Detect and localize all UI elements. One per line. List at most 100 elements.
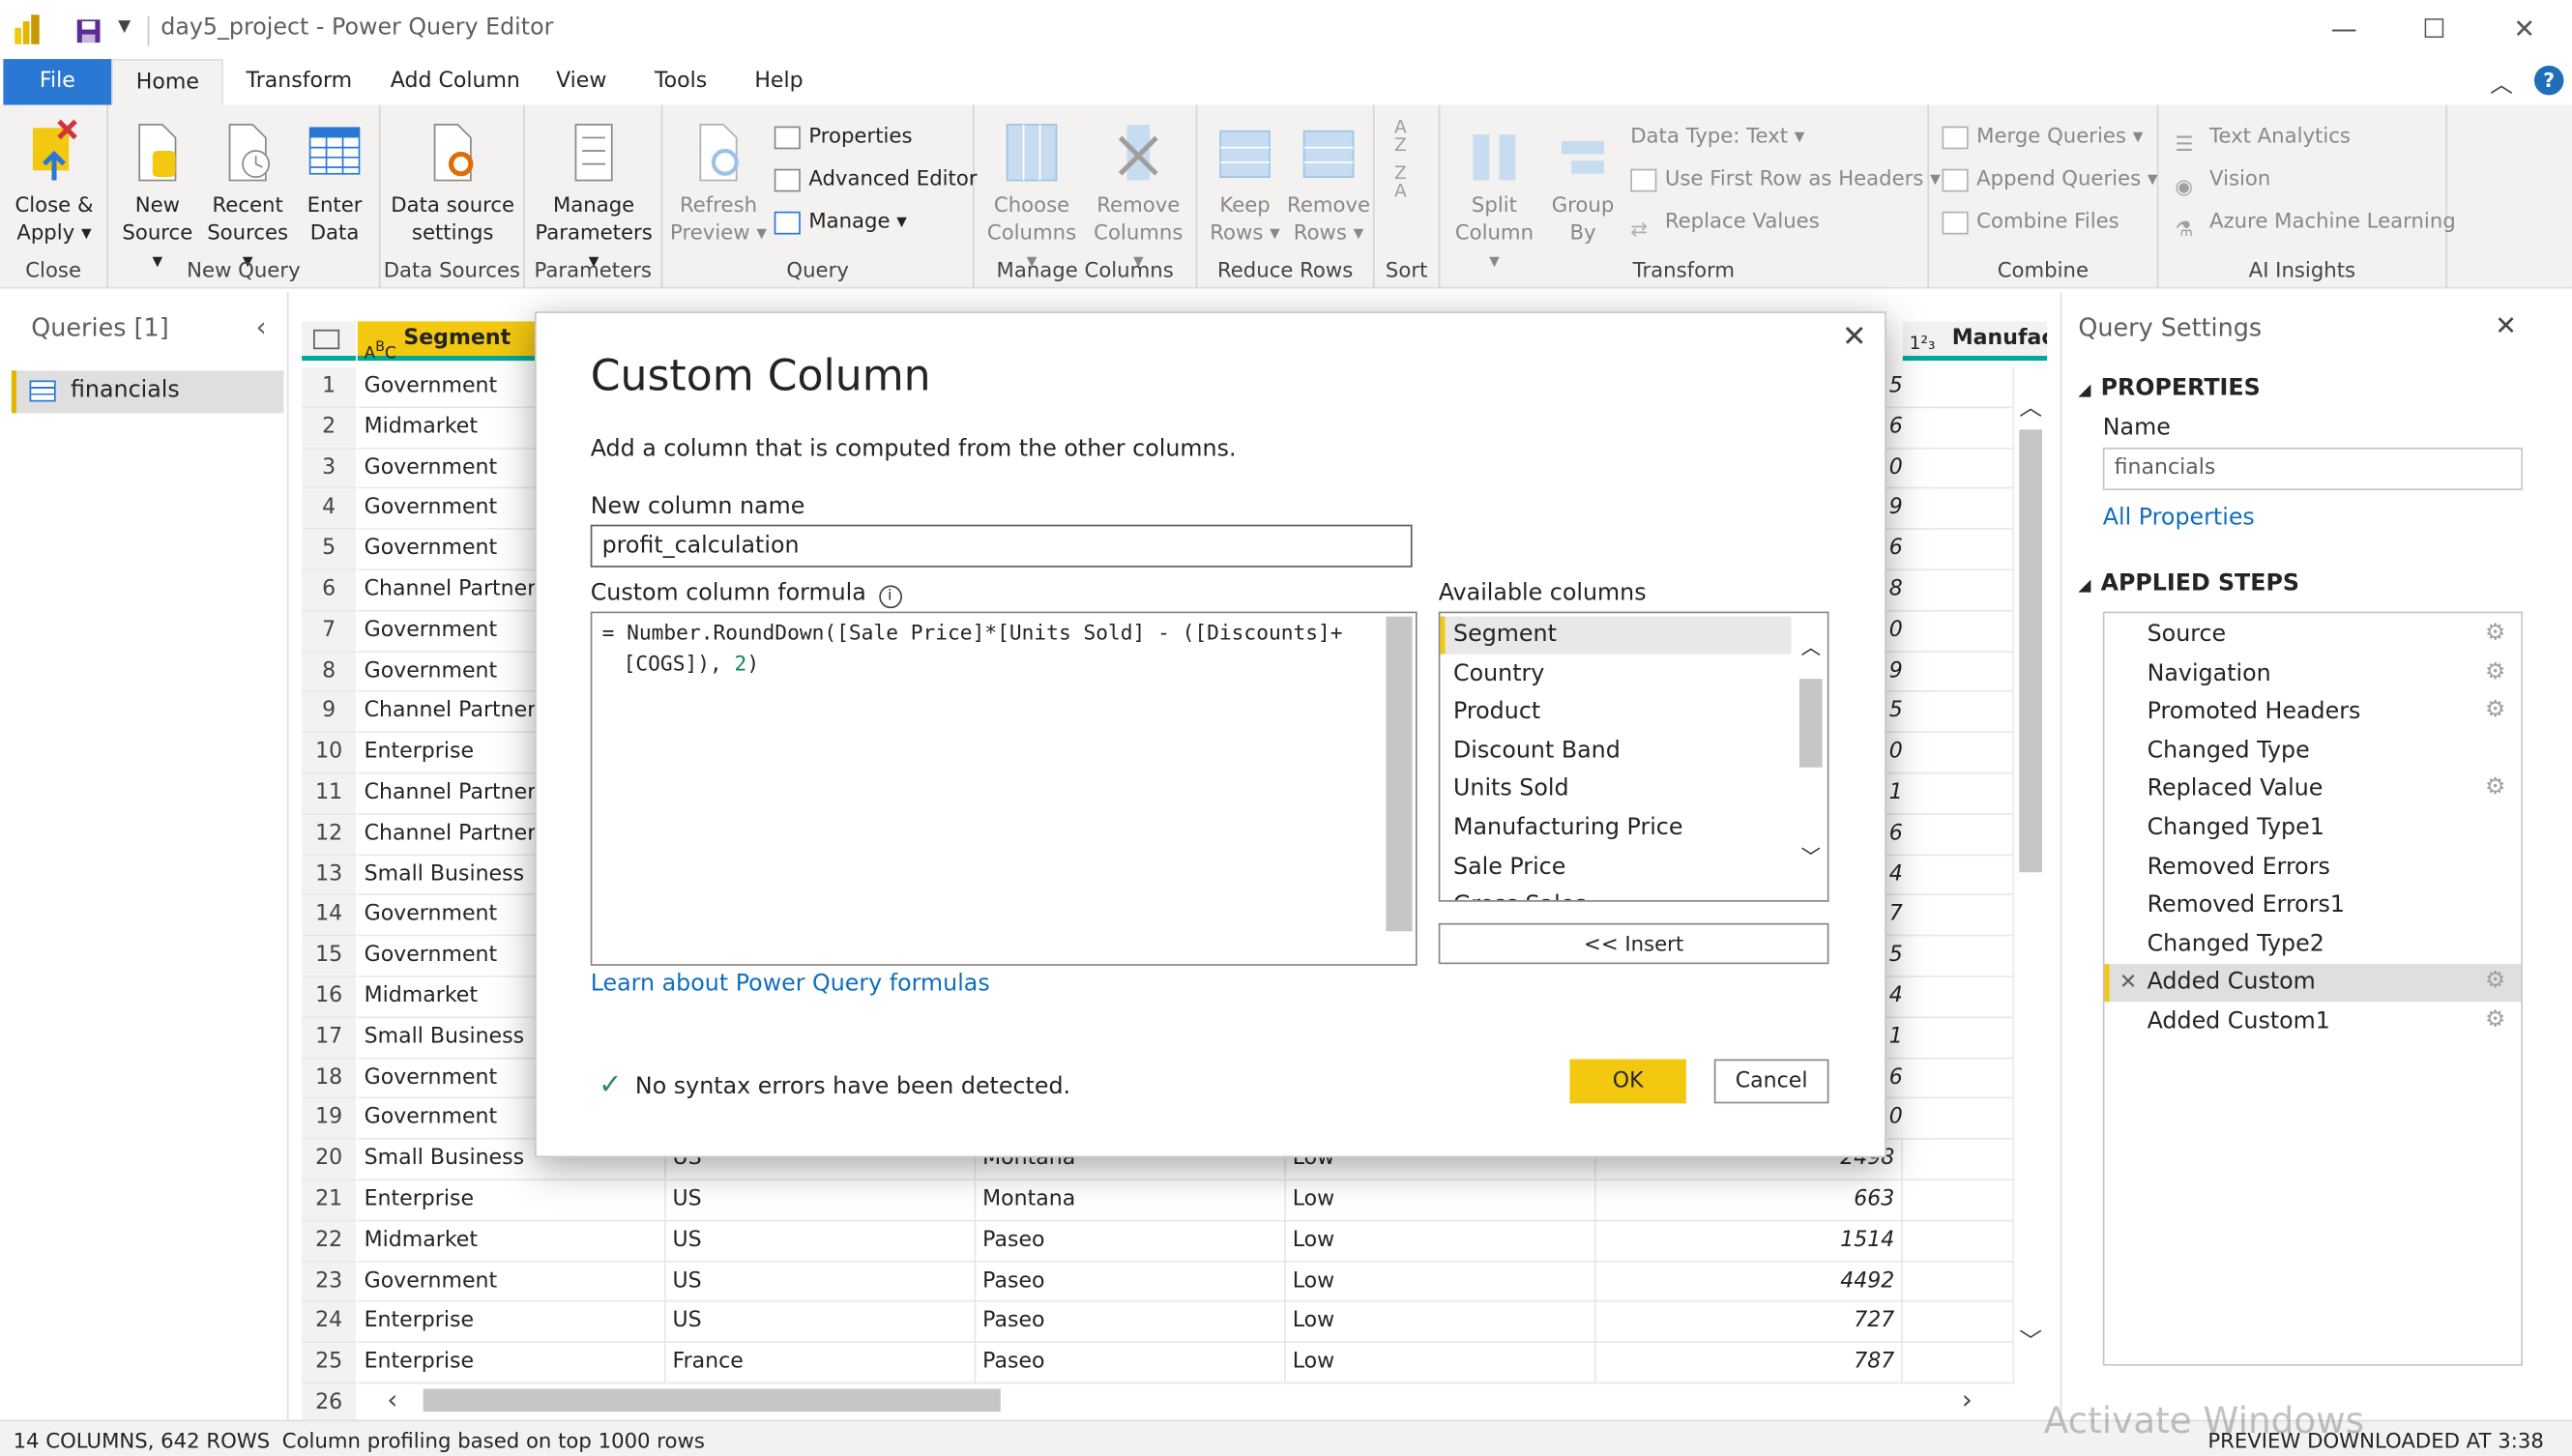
available-column-item[interactable]: Manufacturing Price [1440, 810, 1791, 848]
cancel-button[interactable]: Cancel [1713, 1059, 1829, 1104]
manage-parameters-button[interactable]: Manage Parameters ▾ [528, 118, 659, 274]
available-column-item[interactable]: Discount Band [1440, 733, 1791, 771]
azure-ml-button[interactable]: ⚗ Azure Machine Learning [2175, 203, 2455, 240]
tab-help[interactable]: Help [732, 59, 827, 104]
applied-step[interactable]: Replaced Value ⚙ [2104, 772, 2521, 809]
cell-segment[interactable]: Enterprise [357, 1302, 666, 1344]
insert-button[interactable]: << Insert [1438, 922, 1829, 965]
horizontal-scroll-thumb[interactable] [423, 1388, 1001, 1412]
properties-button[interactable]: Properties [774, 118, 912, 154]
tab-view[interactable]: View [533, 59, 629, 104]
tab-file[interactable]: File [3, 59, 112, 105]
applied-steps-header[interactable]: ◢ APPLIED STEPS [2078, 570, 2299, 597]
cell-manufact[interactable] [1902, 1139, 2015, 1181]
scroll-down-icon[interactable]: ﹀ [2019, 1325, 2042, 1357]
cell-manufact[interactable] [1902, 976, 2015, 1018]
scroll-right-icon[interactable]: › [1962, 1383, 1973, 1414]
cell-segment[interactable]: Midmarket [357, 1221, 666, 1263]
available-column-item[interactable]: Units Sold [1440, 772, 1791, 809]
group-by-button[interactable]: Group By [1545, 118, 1621, 246]
cell-units-sold[interactable]: 787 [1595, 1343, 1903, 1384]
cell-manufact[interactable] [1902, 814, 2015, 856]
applied-step[interactable]: Changed Type [2104, 733, 2521, 771]
cell-discount-band[interactable]: Low [1285, 1180, 1596, 1222]
applied-step[interactable]: Changed Type1 [2104, 810, 2521, 848]
replace-values-button[interactable]: ⇄ Replace Values [1630, 203, 1820, 240]
available-column-item[interactable]: Country [1440, 655, 1791, 693]
cell-manufact[interactable] [1902, 530, 2015, 571]
cell-manufact[interactable] [1902, 570, 2015, 612]
cell-manufact[interactable] [1902, 1058, 2015, 1099]
new-source-button[interactable]: New Source ▾ [115, 118, 200, 274]
recent-sources-button[interactable]: Recent Sources ▾ [203, 118, 292, 274]
applied-step[interactable]: Navigation ⚙ [2104, 655, 2521, 693]
quick-access-dropdown-icon[interactable]: ▼ [118, 18, 131, 37]
cell-units-sold[interactable]: 727 [1595, 1302, 1903, 1344]
cell-manufact[interactable] [1902, 733, 2015, 774]
step-settings-gear-icon[interactable]: ⚙ [2485, 622, 2508, 645]
list-scrollbar[interactable]: ︿ ﹀ [1794, 613, 1827, 901]
cell-manufact[interactable] [1902, 1262, 2015, 1303]
scroll-left-icon[interactable]: ‹ [387, 1383, 397, 1414]
ok-button[interactable]: OK [1569, 1059, 1686, 1104]
cell-manufact[interactable] [1902, 773, 2015, 815]
cell-discount-band[interactable]: Low [1285, 1221, 1596, 1263]
horizontal-scrollbar[interactable]: ‹ › [387, 1383, 2010, 1416]
close-window-button[interactable]: ✕ [2487, 10, 2562, 49]
cell-discount-band[interactable]: Low [1285, 1262, 1596, 1303]
refresh-preview-button[interactable]: Refresh Preview ▾ [669, 118, 768, 246]
applied-step[interactable]: ✕ Added Custom ⚙ [2104, 964, 2522, 1003]
properties-header[interactable]: ◢ PROPERTIES [2078, 375, 2260, 401]
cell-manufact[interactable] [1902, 855, 2015, 896]
cell-country[interactable]: US [665, 1262, 977, 1303]
vertical-scrollbar[interactable]: ︿ ﹀ [2014, 393, 2048, 1378]
choose-columns-button[interactable]: Choose Columns ▾ [980, 118, 1082, 274]
remove-columns-button[interactable]: Remove Columns ▾ [1086, 118, 1191, 274]
applied-step[interactable]: Changed Type2 [2104, 926, 2521, 964]
query-item-financials[interactable]: financials [11, 370, 284, 414]
step-settings-gear-icon[interactable]: ⚙ [2485, 1008, 2508, 1032]
cell-manufact[interactable] [1902, 692, 2015, 734]
applied-step[interactable]: Removed Errors1 [2104, 888, 2521, 925]
cell-manufact[interactable] [1902, 1343, 2015, 1384]
cell-segment[interactable]: Enterprise [357, 1343, 666, 1384]
text-analytics-button[interactable]: ☰ Text Analytics [2175, 118, 2351, 155]
applied-step[interactable]: Promoted Headers ⚙ [2104, 694, 2521, 732]
tab-tools[interactable]: Tools [631, 59, 730, 104]
sort-ascending-icon[interactable]: AZ [1394, 118, 1407, 154]
combine-files-button[interactable]: Combine Files [1942, 203, 2119, 239]
cell-manufact[interactable] [1902, 489, 2015, 531]
available-columns-list[interactable]: Segment Country Product Discount Band Units … [1438, 611, 1829, 902]
column-header-manufact[interactable]: 1²₃ Manufact [1902, 321, 2048, 362]
cell-discount-band[interactable]: Low [1285, 1302, 1596, 1344]
cell-country[interactable]: US [665, 1302, 977, 1344]
cell-product[interactable]: Paseo [976, 1302, 1286, 1344]
tab-transform[interactable]: Transform [223, 59, 375, 104]
formula-editor[interactable]: = Number.RoundDown([Sale Price]*[Units S… [590, 611, 1418, 966]
advanced-editor-button[interactable]: Advanced Editor [774, 160, 978, 196]
cell-manufact[interactable] [1902, 407, 2015, 449]
use-first-row-headers-button[interactable]: Use First Row as Headers ▾ [1630, 160, 1941, 196]
list-scroll-up-icon[interactable]: ︿ [1801, 633, 1821, 661]
cell-manufact[interactable] [1902, 1302, 2015, 1344]
applied-step[interactable]: Removed Errors [2104, 849, 2521, 887]
tab-home[interactable]: Home [111, 59, 224, 105]
available-column-item[interactable]: Segment [1440, 616, 1792, 655]
remove-rows-button[interactable]: Remove Rows ▾ [1286, 118, 1371, 246]
data-type-dropdown[interactable]: Data Type: Text ▾ [1630, 118, 1804, 154]
cell-product[interactable]: Paseo [976, 1221, 1286, 1263]
info-icon[interactable]: i [878, 585, 902, 609]
cell-units-sold[interactable]: 4492 [1595, 1262, 1903, 1303]
save-icon[interactable] [75, 18, 102, 44]
cell-manufact[interactable] [1902, 1180, 2015, 1222]
cell-units-sold[interactable]: 663 [1595, 1180, 1903, 1222]
delete-step-icon[interactable]: ✕ [2119, 965, 2138, 1003]
cell-manufact[interactable] [1902, 366, 2015, 408]
query-name-input[interactable]: financials [2102, 447, 2524, 491]
cell-manufact[interactable] [1902, 1017, 2015, 1059]
list-scroll-thumb[interactable] [1798, 679, 1823, 768]
column-header-segment[interactable]: ABC Segment [357, 321, 536, 363]
cell-manufact[interactable] [1902, 1098, 2015, 1140]
list-scroll-down-icon[interactable]: ﹀ [1801, 843, 1821, 871]
dialog-close-button[interactable]: ✕ [1842, 320, 1867, 355]
